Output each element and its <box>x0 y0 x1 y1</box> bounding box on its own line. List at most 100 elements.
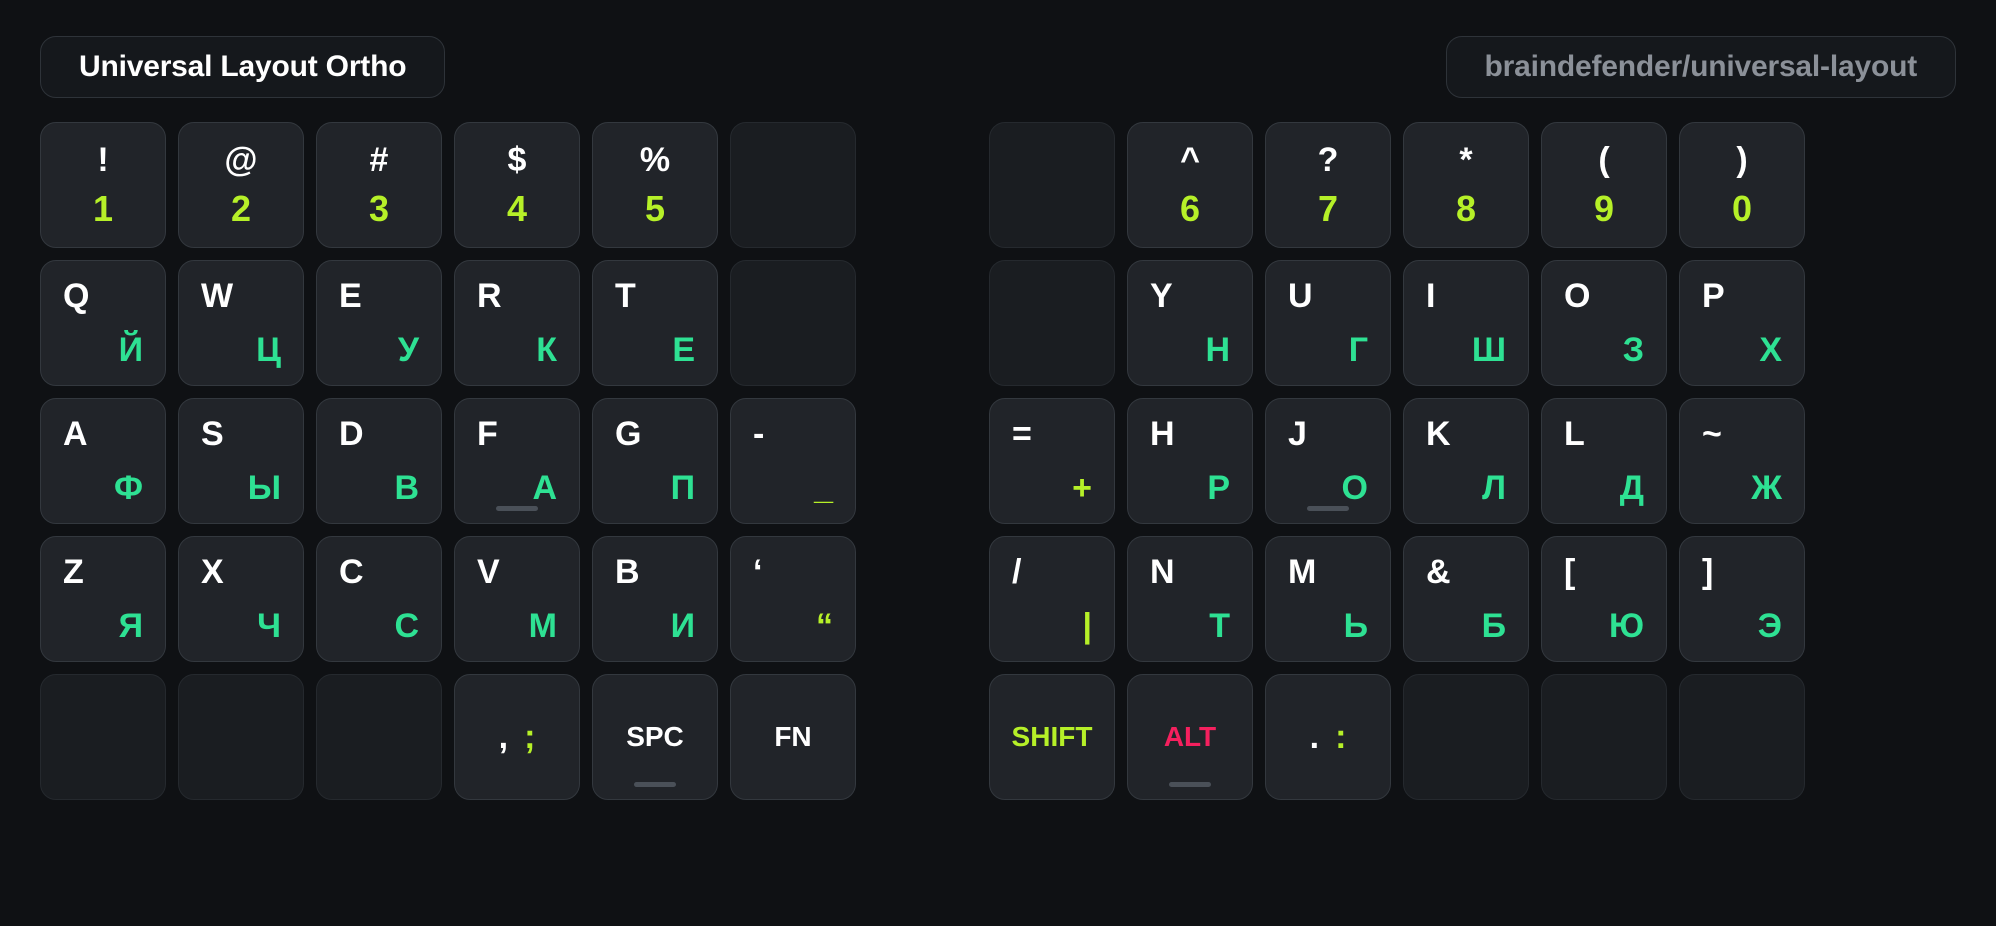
key-][interactable]: ] Э <box>1679 536 1805 662</box>
key-blank-key-r5-left-c1 <box>40 674 166 800</box>
key-E[interactable]: EУ <box>316 260 442 386</box>
key-N[interactable]: NТ <box>1127 536 1253 662</box>
key-G[interactable]: GП <box>592 398 718 524</box>
key-secondary-glyph: Д <box>1619 469 1644 507</box>
keyboard-row-3: A Ф S Ы D В F А G П - _ = + H Р J О K Л L Д ~ Ж <box>40 398 1956 524</box>
keyboard-row-2-left-half: QЙWЦEУRКTЕ <box>40 260 856 386</box>
key-primary-glyph: 1 <box>92 188 114 229</box>
key-primary-glyph: F <box>477 415 498 453</box>
key--[interactable]: - _ <box>730 398 856 524</box>
keyboard-row-1-left-half: ! 1 @2 #3 $4% 5 <box>40 122 856 248</box>
key-primary-glyph: H <box>1150 415 1175 453</box>
key-fn[interactable]: FN <box>730 674 856 800</box>
key-,[interactable]: ,; <box>454 674 580 800</box>
key-0[interactable]: ) 0 <box>1679 122 1805 248</box>
key-label: FN <box>774 721 812 752</box>
key-secondary-glyph: _ <box>814 469 833 507</box>
split-gap <box>856 122 989 248</box>
key-primary-glyph: A <box>63 415 88 453</box>
keyboard-row-5: ,; SPC FN SHIFT ALT.: <box>40 674 1956 800</box>
repository-chip[interactable]: braindefender/universal-layout <box>1445 36 1956 98</box>
key-secondary-glyph: Ч <box>257 607 281 645</box>
key-&[interactable]: & Б <box>1403 536 1529 662</box>
key-secondary-glyph: К <box>536 331 557 369</box>
key-P[interactable]: PХ <box>1679 260 1805 386</box>
key-R[interactable]: RК <box>454 260 580 386</box>
key-C[interactable]: CС <box>316 536 442 662</box>
key-shifted-glyph: ( <box>1598 141 1610 179</box>
key-6[interactable]: ^ 6 <box>1127 122 1253 248</box>
key-primary-glyph: E <box>339 277 362 315</box>
key-/[interactable]: / | <box>989 536 1115 662</box>
homing-bar-indicator <box>634 782 676 787</box>
key-shifted-glyph: ^ <box>1180 141 1200 179</box>
key-shifted-glyph: $ <box>507 141 527 179</box>
key-H[interactable]: HР <box>1127 398 1253 524</box>
key-alt[interactable]: ALT <box>1127 674 1253 800</box>
key-secondary-glyph: Я <box>118 607 143 645</box>
key-secondary-glyph: Е <box>672 331 695 369</box>
key-shift[interactable]: SHIFT <box>989 674 1115 800</box>
key-J[interactable]: JО <box>1265 398 1391 524</box>
key-[[interactable]: [Ю <box>1541 536 1667 662</box>
key-primary-glyph: ~ <box>1702 415 1722 453</box>
key-5[interactable]: % 5 <box>592 122 718 248</box>
key-O[interactable]: OЗ <box>1541 260 1667 386</box>
key-9[interactable]: (9 <box>1541 122 1667 248</box>
key-=[interactable]: = + <box>989 398 1115 524</box>
key-L[interactable]: LД <box>1541 398 1667 524</box>
key-B[interactable]: BИ <box>592 536 718 662</box>
key-F[interactable]: FА <box>454 398 580 524</box>
key-V[interactable]: VМ <box>454 536 580 662</box>
keyboard-row-3-right-half: = + H Р J О K Л L Д ~ Ж <box>989 398 1805 524</box>
key-primary-glyph: 9 <box>1593 188 1615 229</box>
key-Z[interactable]: ZЯ <box>40 536 166 662</box>
split-gap <box>856 674 989 800</box>
key-secondary-glyph: М <box>528 607 557 645</box>
key-primary-glyph: P <box>1702 277 1725 315</box>
key-primary-glyph: Z <box>63 553 84 591</box>
key-shifted-glyph: * <box>1459 141 1473 179</box>
key-secondary-glyph: А <box>532 469 557 507</box>
key-secondary-glyph: Ы <box>247 469 281 507</box>
key-secondary-glyph: : <box>1335 718 1347 756</box>
key-primary-glyph: ] <box>1702 553 1714 591</box>
key-~[interactable]: ~ Ж <box>1679 398 1805 524</box>
key-primary-glyph: W <box>201 277 234 315</box>
key-K[interactable]: KЛ <box>1403 398 1529 524</box>
key-X[interactable]: XЧ <box>178 536 304 662</box>
key-U[interactable]: UГ <box>1265 260 1391 386</box>
key-.[interactable]: .: <box>1265 674 1391 800</box>
key-D[interactable]: DВ <box>316 398 442 524</box>
key-blank-key-r5-right-c5 <box>1541 674 1667 800</box>
key-secondary-glyph: | <box>1082 607 1092 645</box>
key-W[interactable]: WЦ <box>178 260 304 386</box>
key-blank-key-r1-right-c1 <box>989 122 1115 248</box>
key-A[interactable]: AФ <box>40 398 166 524</box>
key-blank-key-r5-left-c2 <box>178 674 304 800</box>
key-primary-glyph: 5 <box>644 188 666 229</box>
key-2[interactable]: @2 <box>178 122 304 248</box>
key-Q[interactable]: QЙ <box>40 260 166 386</box>
key-M[interactable]: MЬ <box>1265 536 1391 662</box>
key-1[interactable]: ! 1 <box>40 122 166 248</box>
key-primary-glyph: V <box>477 553 500 591</box>
key-primary-glyph: L <box>1564 415 1585 453</box>
key-T[interactable]: TЕ <box>592 260 718 386</box>
key-primary-glyph: 7 <box>1317 188 1339 229</box>
key-primary-glyph: B <box>615 553 640 591</box>
key-primary-glyph: C <box>339 553 364 591</box>
key-secondary-glyph: Ь <box>1343 607 1368 645</box>
key-Y[interactable]: YН <box>1127 260 1253 386</box>
key-S[interactable]: SЫ <box>178 398 304 524</box>
key-‘[interactable]: ‘“ <box>730 536 856 662</box>
key-4[interactable]: $4 <box>454 122 580 248</box>
key-7[interactable]: ? 7 <box>1265 122 1391 248</box>
key-blank-key-r5-right-c6 <box>1679 674 1805 800</box>
key-I[interactable]: IШ <box>1403 260 1529 386</box>
key-8[interactable]: * 8 <box>1403 122 1529 248</box>
keyboard-row-4: Z Я X Ч C С V М B И ‘“/ | N Т M Ь & Б[Ю] Э <box>40 536 1956 662</box>
key-primary-glyph: S <box>201 415 224 453</box>
key-spc[interactable]: SPC <box>592 674 718 800</box>
key-3[interactable]: #3 <box>316 122 442 248</box>
